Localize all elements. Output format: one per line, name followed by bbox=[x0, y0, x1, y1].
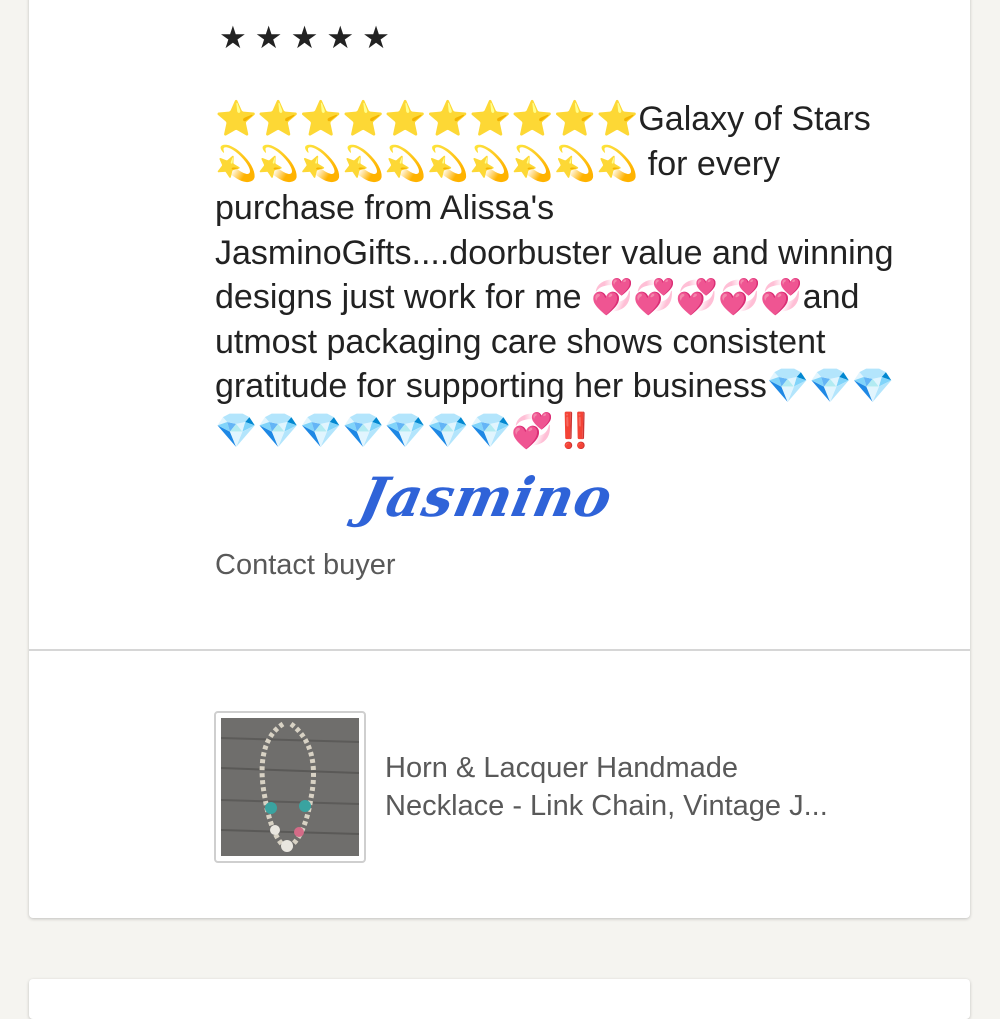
listing-thumbnail[interactable] bbox=[214, 711, 366, 863]
next-review-card bbox=[29, 979, 970, 1019]
listing-title-line-2: Necklace - Link Chain, Vintage J... bbox=[385, 790, 828, 822]
divider bbox=[29, 649, 970, 651]
signature-image: Jasmino bbox=[354, 465, 619, 529]
contact-buyer-link[interactable]: Contact buyer bbox=[215, 545, 396, 585]
star-rating: ★★★★★ bbox=[219, 20, 398, 55]
review-card: ★★★★★ ⭐⭐⭐⭐⭐⭐⭐⭐⭐⭐Galaxy of Stars💫💫💫💫💫💫💫💫💫… bbox=[29, 0, 970, 918]
listing-title-line-1: Horn & Lacquer Handmade bbox=[385, 752, 739, 784]
necklace-photo-icon bbox=[221, 718, 359, 856]
review-text: ⭐⭐⭐⭐⭐⭐⭐⭐⭐⭐Galaxy of Stars💫💫💫💫💫💫💫💫💫💫 for … bbox=[215, 100, 894, 450]
listing-title-link[interactable]: Horn & Lacquer Handmade Necklace - Link … bbox=[385, 749, 945, 825]
